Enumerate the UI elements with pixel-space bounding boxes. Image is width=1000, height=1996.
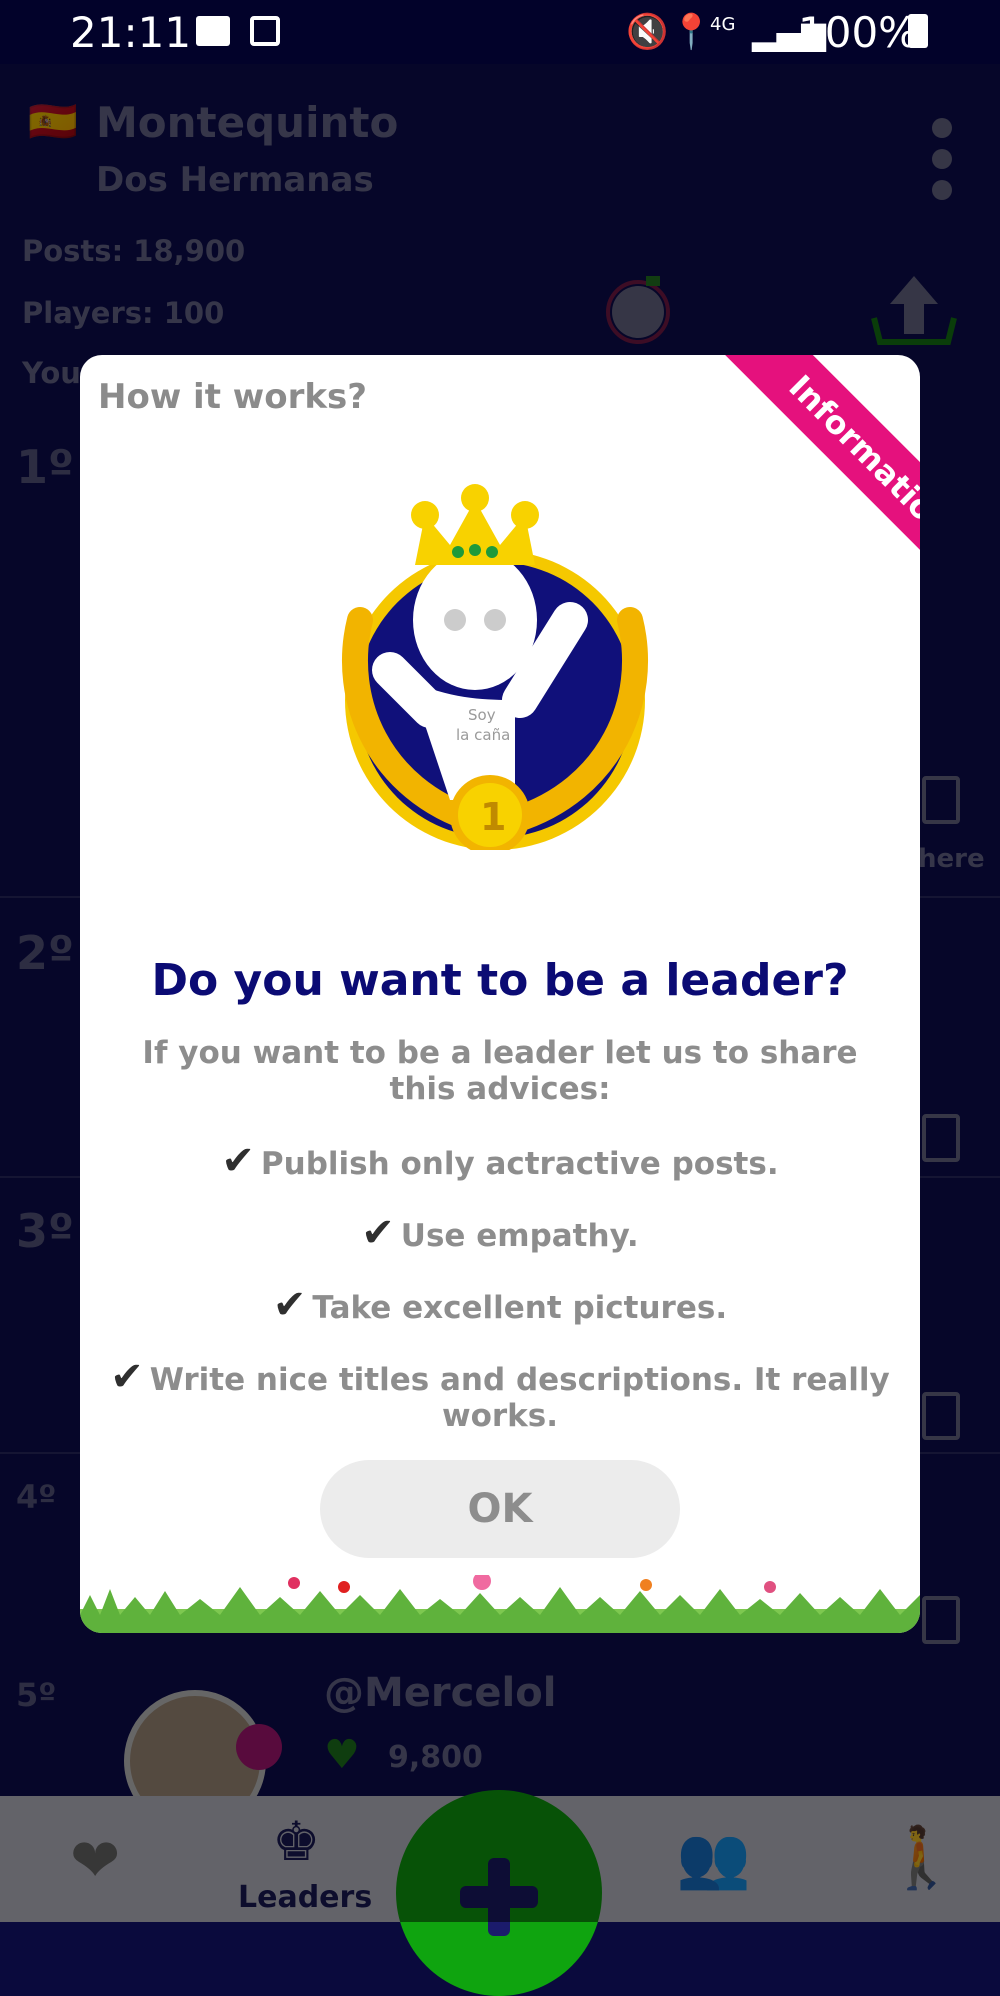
battery-icon bbox=[908, 14, 928, 48]
ok-button[interactable]: OK bbox=[320, 1460, 680, 1558]
location-icon: 📍 bbox=[670, 12, 713, 52]
gallery-icon bbox=[196, 16, 230, 46]
leader-badge-illustration: Soy la caña 1 bbox=[300, 470, 700, 855]
ribbon-label: Information bbox=[713, 355, 920, 613]
badge-text-line-1: Soy bbox=[468, 706, 496, 724]
tip-item: ✔ Use empathy. bbox=[361, 1210, 639, 1256]
tip-item: ✔ Take excellent pictures. bbox=[272, 1282, 728, 1328]
status-time: 21:11 bbox=[70, 8, 192, 57]
badge-text-line-2: la caña bbox=[456, 726, 511, 744]
dialog-intro: If you want to be a leader let us to sha… bbox=[142, 1035, 858, 1107]
checkmark-icon: ✔ bbox=[221, 1138, 255, 1184]
shopping-bag-icon bbox=[250, 16, 280, 46]
grass-decoration bbox=[80, 1572, 920, 1633]
status-bar: 21:11 🔇 📍 4G ▂▄▆ 100% bbox=[0, 0, 1000, 64]
battery-label: 100% bbox=[798, 8, 919, 57]
checkmark-icon: ✔ bbox=[361, 1210, 395, 1256]
checkmark-icon: ✔ bbox=[110, 1354, 144, 1400]
tip-item: ✔ Publish only actractive posts. bbox=[221, 1138, 779, 1184]
dialog-header: How it works? bbox=[98, 377, 367, 417]
medal-number: 1 bbox=[480, 795, 507, 839]
tip-item: ✔ Write nice titles and descriptions. It … bbox=[110, 1354, 890, 1434]
checkmark-icon: ✔ bbox=[272, 1282, 307, 1328]
mute-icon: 🔇 bbox=[626, 12, 669, 52]
dialog-title: Do you want to be a leader? bbox=[151, 955, 849, 1006]
network-label: 4G bbox=[710, 14, 736, 35]
leader-info-dialog: How it works? Information Soy la caña 1 … bbox=[80, 355, 920, 1633]
